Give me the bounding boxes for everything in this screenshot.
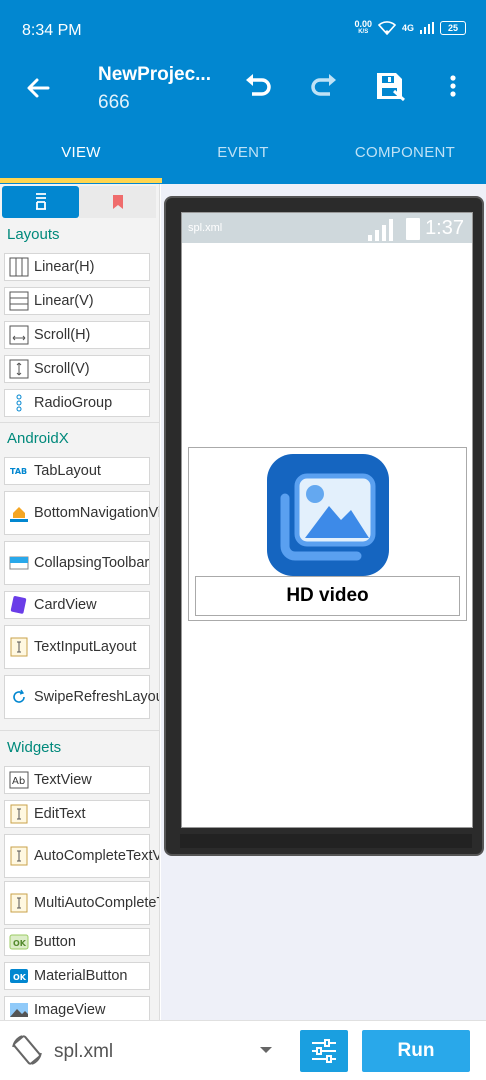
net-speed: 0.00 K/S bbox=[354, 19, 372, 36]
svg-text:OK: OK bbox=[13, 973, 27, 982]
palette-item-scroll-v[interactable]: Scroll(V) bbox=[4, 355, 150, 383]
undo-icon[interactable] bbox=[242, 70, 274, 102]
button-icon: OK bbox=[9, 932, 29, 952]
status-time: 8:34 PM bbox=[22, 22, 82, 39]
tab-bar: VIEW EVENT COMPONENT bbox=[0, 126, 486, 184]
palette-item-scroll-h[interactable]: Scroll(H) bbox=[4, 321, 150, 349]
more-vert-icon[interactable] bbox=[437, 70, 469, 102]
save-icon[interactable] bbox=[374, 70, 406, 102]
svg-text:Ab: Ab bbox=[12, 776, 25, 787]
palette-item-collapsing-toolbar[interactable]: CollapsingToolbar bbox=[4, 541, 150, 585]
svg-text:TAB: TAB bbox=[10, 467, 27, 476]
palette-item-tablayout[interactable]: TAB TabLayout bbox=[4, 457, 150, 485]
palette-item-textview[interactable]: Ab TextView bbox=[4, 766, 150, 794]
tablayout-icon: TAB bbox=[9, 461, 29, 481]
palette-toggle bbox=[2, 186, 156, 218]
materialbutton-icon: OK bbox=[9, 966, 29, 986]
palette-item-materialbutton[interactable]: OK MaterialButton bbox=[4, 962, 150, 990]
preview-status-bar: spl.xml 1:37 bbox=[182, 213, 472, 243]
tab-indicator bbox=[0, 178, 162, 183]
palette-item-imageview[interactable]: ImageView bbox=[4, 996, 150, 1020]
imageview-icon bbox=[9, 1000, 29, 1020]
palette-item-autocompletetextview[interactable]: AutoCompleteTextView bbox=[4, 834, 159, 878]
palette-item-button[interactable]: OK Button bbox=[4, 928, 150, 956]
multiautocomplete-icon bbox=[9, 893, 29, 913]
redo-icon[interactable] bbox=[308, 70, 340, 102]
preview-linear-layout[interactable]: HD video bbox=[188, 447, 467, 621]
sliders-icon bbox=[312, 1039, 336, 1063]
swipe-refresh-icon bbox=[9, 687, 29, 707]
preview-signal-icon bbox=[368, 219, 393, 241]
tab-event[interactable]: EVENT bbox=[162, 126, 324, 184]
run-button[interactable]: Run bbox=[362, 1030, 470, 1072]
tab-view[interactable]: VIEW bbox=[0, 126, 162, 184]
back-arrow-icon[interactable] bbox=[22, 72, 54, 104]
section-divider bbox=[0, 422, 159, 423]
linear-v-icon bbox=[9, 291, 29, 311]
section-divider bbox=[0, 730, 159, 731]
autocomplete-icon bbox=[9, 846, 29, 866]
phone-preview[interactable]: spl.xml 1:37 HD video bbox=[164, 196, 484, 856]
section-widgets: Widgets bbox=[7, 739, 62, 756]
battery-icon: 25 bbox=[440, 21, 466, 35]
palette-item-cardview[interactable]: CardView bbox=[4, 591, 150, 619]
widget-list-icon bbox=[35, 193, 46, 210]
dropdown-arrow-icon[interactable] bbox=[258, 1045, 274, 1055]
status-icons: 0.00 K/S 4G 25 bbox=[354, 20, 466, 36]
preview-battery-icon bbox=[406, 218, 420, 240]
palette-item-linear-v[interactable]: Linear(V) bbox=[4, 287, 150, 315]
section-layouts: Layouts bbox=[7, 226, 60, 243]
palette-item-edittext[interactable]: EditText bbox=[4, 800, 150, 828]
palette-item-multiautocompletetextview[interactable]: MultiAutoCompleteTextView bbox=[4, 881, 159, 925]
scroll-v-icon bbox=[9, 359, 29, 379]
toolbar: NewProjec... 666 bbox=[0, 54, 486, 126]
svg-text:OK: OK bbox=[13, 939, 27, 948]
bottom-nav-icon bbox=[9, 503, 29, 523]
signal-icon bbox=[420, 22, 434, 34]
network-type: 4G bbox=[401, 23, 414, 33]
collapsing-toolbar-icon bbox=[9, 553, 29, 573]
tab-component[interactable]: COMPONENT bbox=[324, 126, 486, 184]
scroll-h-icon bbox=[9, 325, 29, 345]
textview-icon: Ab bbox=[9, 770, 29, 790]
preview-time: 1:37 bbox=[425, 217, 464, 239]
palette-bookmark-button[interactable] bbox=[79, 186, 156, 218]
palette-item-radiogroup[interactable]: RadioGroup bbox=[4, 389, 150, 417]
linear-h-icon bbox=[9, 257, 29, 277]
phone-bottom-bezel bbox=[180, 834, 472, 848]
widget-palette[interactable]: Layouts Linear(H) Linear(V) Scroll(H) Sc… bbox=[0, 184, 160, 1020]
palette-item-bottom-navigation[interactable]: BottomNavigationView bbox=[4, 491, 159, 535]
textinput-icon bbox=[9, 637, 29, 657]
bottom-bar: spl.xml Run bbox=[0, 1020, 486, 1080]
status-bar: 8:34 PM 0.00 K/S 4G 25 bbox=[0, 0, 486, 54]
gallery-app-icon[interactable] bbox=[267, 454, 389, 576]
project-title: NewProjec... bbox=[98, 64, 211, 85]
palette-widgets-button[interactable] bbox=[2, 186, 79, 218]
palette-item-textinputlayout[interactable]: TextInputLayout bbox=[4, 625, 150, 669]
project-subtitle: 666 bbox=[98, 92, 130, 113]
palette-item-linear-h[interactable]: Linear(H) bbox=[4, 253, 150, 281]
edittext-icon bbox=[9, 804, 29, 824]
radiogroup-icon bbox=[9, 393, 29, 413]
section-androidx: AndroidX bbox=[7, 430, 69, 447]
properties-button[interactable] bbox=[300, 1030, 348, 1072]
phone-screen[interactable]: spl.xml 1:37 HD video bbox=[181, 212, 473, 828]
palette-item-swiperefreshlayout[interactable]: SwipeRefreshLayout bbox=[4, 675, 159, 719]
preview-file-name: spl.xml bbox=[188, 222, 223, 234]
rotate-screen-icon[interactable] bbox=[10, 1033, 44, 1067]
preview-textview[interactable]: HD video bbox=[195, 576, 460, 616]
file-selector[interactable]: spl.xml bbox=[54, 1041, 113, 1063]
bookmark-icon bbox=[112, 195, 123, 209]
cardview-icon bbox=[9, 595, 29, 615]
wifi-icon bbox=[377, 21, 396, 35]
